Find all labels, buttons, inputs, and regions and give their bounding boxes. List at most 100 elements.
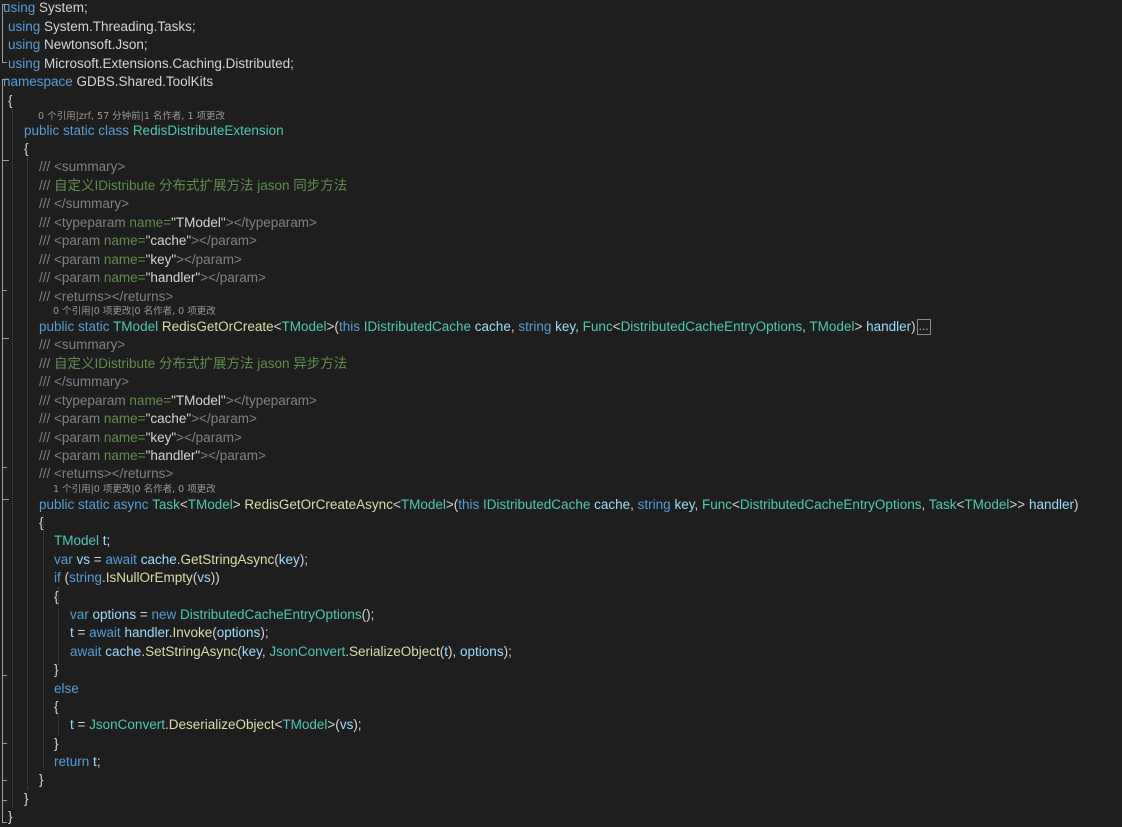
code-line[interactable]: /// <param name="handler"></param> [39, 269, 266, 287]
code-token: DeserializeObject [168, 717, 275, 732]
code-token: using [8, 37, 41, 52]
code-token: < [179, 497, 188, 512]
code-token: using [8, 56, 41, 71]
code-line[interactable]: public static class RedisDistributeExten… [24, 122, 284, 140]
code-token: SerializeObject [348, 644, 440, 659]
code-line[interactable]: /// </summary> [39, 195, 129, 213]
fold-toggle-icon[interactable] [2, 4, 9, 14]
indent-guide [58, 716, 59, 735]
code-line[interactable]: } [8, 808, 13, 826]
code-line[interactable]: /// <param name="cache"></param> [39, 410, 257, 428]
code-token: < [273, 319, 282, 334]
code-token: options [92, 607, 137, 622]
code-token: TModel [282, 717, 328, 732]
code-line[interactable]: public static async Task<TModel> RedisGe… [39, 496, 1078, 514]
code-token: TModel [809, 319, 855, 334]
code-line[interactable]: else [54, 680, 79, 698]
code-line[interactable]: if (string.IsNullOrEmpty(vs)) [54, 569, 220, 587]
code-token: var [54, 552, 73, 567]
indent-guide [58, 587, 59, 665]
code-token: >> [1009, 497, 1029, 512]
code-token: < [612, 319, 621, 334]
code-token: TModel [964, 497, 1010, 512]
code-token: /// <summary> [39, 337, 126, 352]
code-token: /// <param [39, 448, 104, 463]
fold-toggle-icon[interactable] [2, 499, 9, 509]
code-line[interactable]: var vs = await cache.GetStringAsync(key)… [54, 551, 308, 569]
code-line[interactable]: await cache.SetStringAsync(key, JsonConv… [70, 643, 512, 661]
code-line[interactable]: using Newtonsoft.Json; [8, 36, 148, 54]
code-line[interactable]: t = await handler.Invoke(options); [70, 624, 269, 642]
code-line[interactable]: var options = new DistributedCacheEntryO… [70, 606, 374, 624]
code-token: handler [1028, 497, 1074, 512]
code-line[interactable]: /// <param name="handler"></param> [39, 447, 266, 465]
fold-end-marker [2, 290, 7, 291]
code-line[interactable]: } [24, 790, 29, 808]
code-line[interactable]: /// <param name="key"></param> [39, 429, 242, 447]
code-line[interactable]: { [8, 92, 13, 110]
code-line[interactable]: /// <param name="cache"></param> [39, 232, 257, 250]
fold-toggle-icon[interactable] [2, 79, 9, 89]
code-token: ></param> [176, 430, 242, 445]
code-line[interactable]: /// <typeparam name="TModel"></typeparam… [39, 214, 317, 232]
codelens-async-method[interactable]: 1 个引用|0 项更改|0 名作者, 0 项更改 [53, 484, 216, 496]
code-line[interactable]: namespace GDBS.Shared.ToolKits [3, 73, 213, 91]
code-line[interactable]: /// <summary> [39, 158, 125, 176]
code-token: IDistributedCache [363, 319, 472, 334]
code-line[interactable]: using Microsoft.Extensions.Caching.Distr… [8, 55, 294, 73]
code-line[interactable]: public static TModel RedisGetOrCreate<TM… [39, 318, 931, 336]
code-line[interactable]: using System; [3, 0, 88, 17]
code-token: /// <param [39, 430, 104, 445]
code-token: this [458, 497, 480, 512]
code-token: , [694, 497, 702, 512]
code-token: /// <summary> [39, 159, 126, 174]
code-token: if [54, 570, 61, 585]
code-token: } [54, 736, 59, 751]
code-token: GDBS.Shared.ToolKits [72, 74, 214, 89]
code-line[interactable]: /// </summary> [39, 373, 129, 391]
code-line[interactable]: /// <returns></returns> [39, 288, 173, 306]
code-line[interactable]: /// <returns></returns> [39, 465, 173, 483]
code-token: ); [503, 644, 512, 659]
fold-end-marker [2, 822, 7, 823]
fold-end-marker [2, 675, 7, 676]
code-line[interactable]: /// <summary> [39, 336, 125, 354]
code-token: , [575, 319, 583, 334]
outline-bar [2, 338, 3, 467]
code-token: using [8, 19, 41, 34]
code-token: < [392, 497, 401, 512]
code-token: >( [445, 497, 459, 512]
code-line[interactable]: /// 自定义IDistribute 分布式扩展方法 jason 异步方法 [39, 355, 347, 373]
code-token: options [216, 625, 261, 640]
code-line[interactable]: TModel t; [54, 532, 110, 550]
code-token: handler [866, 319, 912, 334]
code-token: Func [582, 319, 613, 334]
code-token: public static class [24, 123, 130, 138]
fold-toggle-icon[interactable] [2, 160, 9, 170]
code-token: = [136, 607, 152, 622]
code-line[interactable]: t = JsonConvert.DeserializeObject<TModel… [70, 716, 362, 734]
indent-guide [43, 515, 44, 770]
code-token: ; [96, 754, 101, 769]
code-editor[interactable]: using System; using System.Threading.Task… [0, 0, 1122, 827]
code-token: name= [103, 448, 146, 463]
code-line[interactable]: { [24, 140, 29, 158]
code-line[interactable]: /// <typeparam name="TModel"></typeparam… [39, 392, 317, 410]
collapsed-region-button[interactable]: ... [916, 319, 931, 336]
fold-toggle-icon[interactable] [2, 338, 9, 348]
code-token: namespace [3, 74, 73, 89]
code-token: cache [594, 497, 631, 512]
code-line[interactable]: return t; [54, 753, 101, 771]
code-token: name= [129, 393, 172, 408]
code-line[interactable]: } [54, 735, 59, 753]
code-line[interactable]: /// 自定义IDistribute 分布式扩展方法 jason 同步方法 [39, 177, 347, 195]
code-line[interactable]: { [54, 698, 59, 716]
code-line[interactable]: } [39, 771, 44, 789]
codelens-class[interactable]: 0 个引用|zrf, 57 分钟前|1 名作者, 1 项更改 [38, 111, 225, 123]
fold-end-marker [2, 800, 7, 801]
codelens-sync-method[interactable]: 0 个引用|0 项更改|0 名作者, 0 项更改 [53, 306, 216, 318]
code-line[interactable]: using System.Threading.Tasks; [8, 18, 196, 36]
code-line[interactable]: /// <param name="key"></param> [39, 251, 242, 269]
code-token: DistributedCacheEntryOptions [739, 497, 922, 512]
code-token: var [70, 607, 89, 622]
